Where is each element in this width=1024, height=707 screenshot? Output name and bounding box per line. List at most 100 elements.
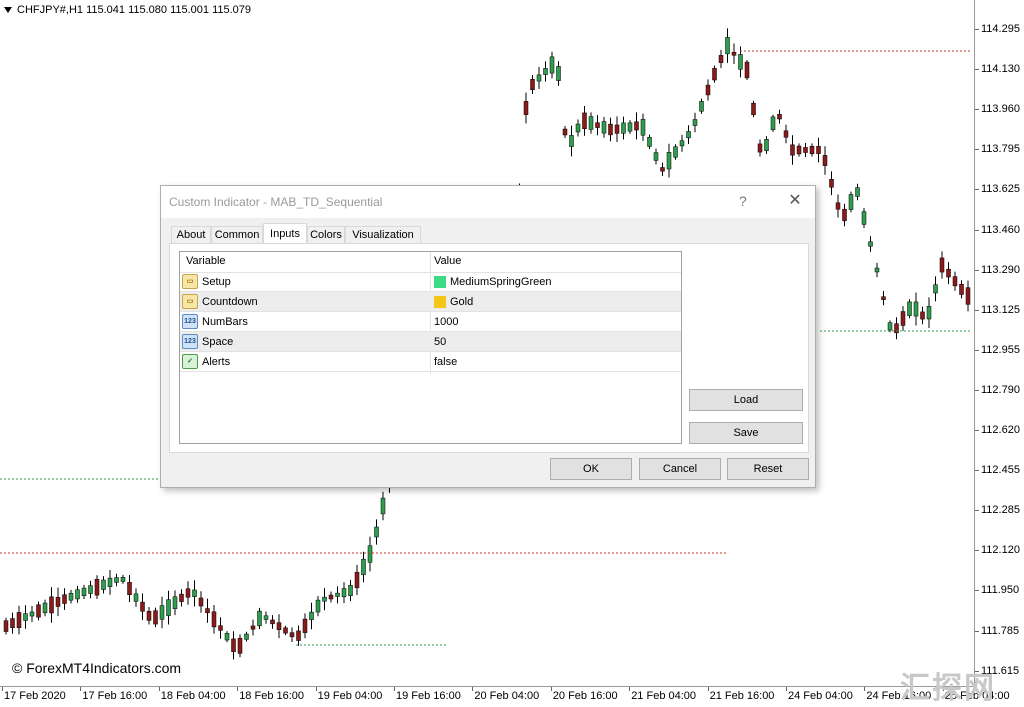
candle-body	[315, 599, 321, 613]
time-tick	[472, 687, 474, 691]
load-button[interactable]: Load	[689, 389, 803, 411]
candle-body	[224, 633, 230, 641]
tab-visualization[interactable]: Visualization	[345, 226, 421, 244]
candle-body	[62, 594, 67, 604]
table-row[interactable]: 123 Space 50	[180, 332, 681, 352]
candle-body	[296, 630, 301, 641]
time-tick	[864, 687, 866, 691]
tab-colors[interactable]: Colors	[307, 226, 345, 244]
row-value[interactable]: 1000	[434, 316, 458, 328]
time-label: 19 Feb 04:00	[317, 690, 383, 702]
candle-body	[939, 257, 945, 273]
row-value[interactable]: Gold	[450, 296, 473, 308]
tab-inputs[interactable]: Inputs	[263, 223, 307, 245]
dialog-titlebar[interactable]: Custom Indicator - MAB_TD_Sequential ? ✕	[161, 186, 815, 218]
candle-body	[790, 144, 795, 156]
table-row[interactable]: ✓ Alerts false	[180, 352, 681, 372]
help-icon[interactable]: ?	[739, 193, 747, 209]
row-value[interactable]: 50	[434, 336, 446, 348]
candle-body	[614, 124, 620, 134]
candle-body	[263, 615, 269, 620]
candle-body	[621, 122, 626, 134]
candle-body	[335, 592, 340, 597]
table-row[interactable]: ▭ Setup MediumSpringGreen	[180, 272, 681, 292]
symbol-header: CHFJPY#,H1 115.041 115.080 115.001 115.0…	[4, 4, 251, 16]
time-label: 21 Feb 16:00	[709, 690, 775, 702]
candle-body	[809, 145, 815, 155]
table-row[interactable]: ▭ Countdown Gold	[180, 292, 681, 312]
candle-body	[328, 594, 334, 600]
candle-body	[601, 121, 607, 134]
time-tick	[629, 687, 631, 691]
candle-body	[816, 146, 821, 154]
price-label: 111.950	[981, 584, 1020, 597]
ok-button[interactable]: OK	[550, 458, 632, 480]
cancel-button[interactable]: Cancel	[639, 458, 721, 480]
tab-common[interactable]: Common	[211, 226, 263, 244]
price-label: 113.125	[981, 303, 1020, 316]
tab-about[interactable]: About	[171, 226, 211, 244]
candle-body	[146, 610, 152, 621]
candle-body	[829, 178, 834, 188]
price-label: 114.130	[981, 63, 1020, 76]
candle-body	[822, 155, 828, 166]
candle-body	[692, 119, 698, 126]
candle-body	[913, 301, 919, 317]
candle-body	[133, 593, 139, 602]
candle-body	[237, 637, 243, 654]
candle-body	[159, 605, 165, 620]
row-value[interactable]: false	[434, 356, 457, 368]
candle-body	[686, 131, 691, 139]
candle-body	[36, 604, 41, 618]
candle-body	[361, 558, 366, 576]
table-row[interactable]: 123 NumBars 1000	[180, 312, 681, 332]
save-button[interactable]: Save	[689, 422, 803, 444]
time-scale: 17 Feb 2020 17 Feb 16:00 18 Feb 04:00 18 Fe…	[0, 687, 1010, 707]
candle-body	[900, 311, 906, 326]
row-variable: NumBars	[202, 316, 248, 328]
column-header-value[interactable]: Value	[434, 255, 461, 267]
candle-body	[718, 55, 724, 63]
candle-body	[42, 602, 48, 614]
time-label: 24 Feb 04:00	[788, 690, 853, 702]
reset-button[interactable]: Reset	[727, 458, 809, 480]
row-variable: Setup	[202, 276, 231, 288]
candle-body	[803, 147, 808, 153]
candle-body	[952, 276, 958, 287]
candle-body	[920, 311, 925, 320]
price-label: 111.785	[981, 624, 1020, 637]
candle-body	[114, 577, 119, 583]
row-variable: Countdown	[202, 296, 258, 308]
candle-body	[731, 51, 737, 56]
candle-body	[49, 596, 54, 614]
candle-body	[192, 589, 197, 597]
price-label: 112.455	[981, 464, 1020, 477]
candle-body	[16, 612, 22, 628]
candle-body	[3, 620, 9, 632]
color-swatch[interactable]	[434, 296, 446, 308]
time-tick	[394, 687, 395, 691]
color-param-icon: ▭	[182, 274, 198, 289]
candle-body	[705, 84, 711, 96]
candle-body	[101, 579, 106, 590]
price-tick	[975, 309, 979, 311]
candle-body	[81, 587, 87, 596]
parameters-grid: Variable Value ▭ Setup MediumSpringGreen…	[179, 251, 682, 444]
candle-body	[198, 597, 204, 607]
candle-body	[380, 497, 386, 515]
time-label: 17 Feb 16:00	[82, 690, 148, 702]
time-tick	[315, 687, 317, 691]
candle-body	[933, 284, 938, 294]
column-header-variable[interactable]: Variable	[186, 255, 226, 267]
price-tick	[975, 470, 979, 472]
candle-body	[120, 577, 126, 582]
row-value[interactable]: MediumSpringGreen	[450, 276, 552, 288]
candle-body	[530, 78, 535, 91]
time-tick	[707, 687, 709, 691]
dropdown-triangle-icon[interactable]	[4, 7, 12, 14]
candle-body	[673, 146, 678, 158]
candle-body	[289, 632, 295, 638]
close-icon[interactable]: ✕	[785, 191, 805, 211]
candle-body	[127, 581, 132, 596]
color-swatch[interactable]	[434, 276, 446, 288]
